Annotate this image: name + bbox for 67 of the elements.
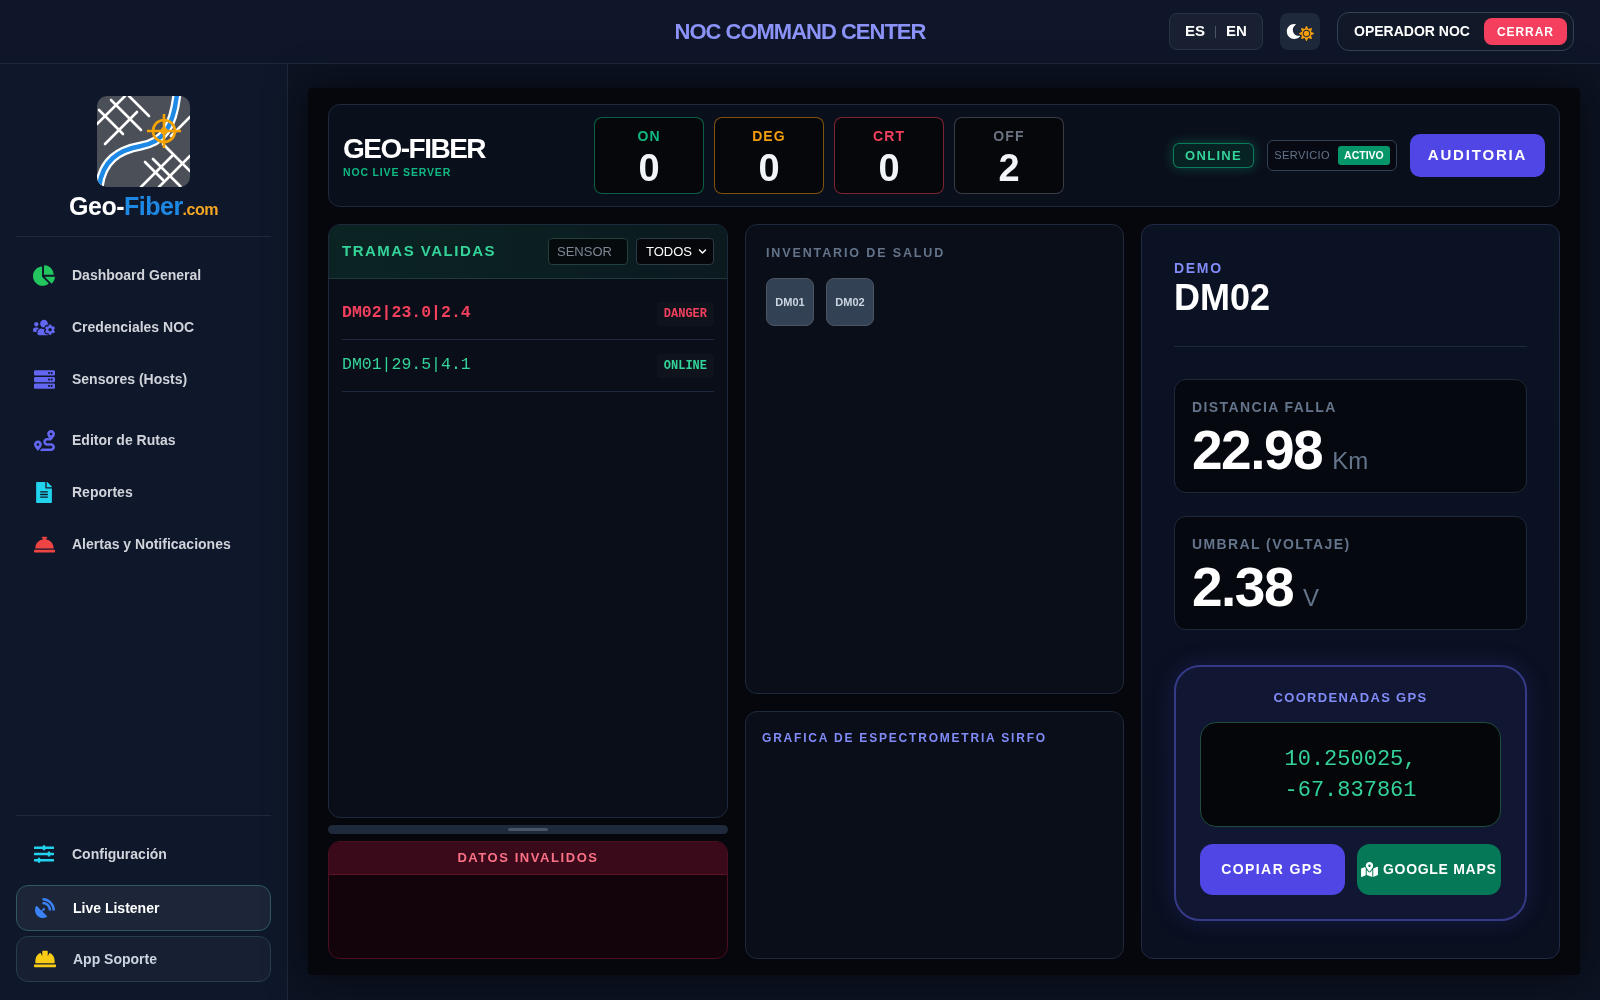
theme-toggle[interactable] [1280,13,1320,50]
panel-title: TRAMAS VALIDAS [342,241,498,262]
nav-item[interactable]: Editor de Rutas [16,414,271,466]
app-title: NOC COMMAND CENTER [674,18,926,46]
moon-icon [1286,24,1301,39]
logout-button[interactable]: CERRAR [1483,18,1567,45]
service-badge: ACTIVO [1338,145,1390,166]
nav-item[interactable]: Reportes [16,466,271,518]
sliders-icon [34,844,54,864]
route-icon [33,429,55,451]
connection-badge: ONLINE [1173,143,1254,168]
metric-value: 22.98 [1192,422,1323,478]
counter-label: DEG [752,128,786,144]
server-subtitle: NOC LIVE SERVER [343,165,453,178]
nav-item[interactable]: Configuración [16,828,271,880]
hard-hat-icon [34,948,56,970]
gps-coordinates: 10.250025, -67.837861 [1283,745,1418,805]
panel-title: INVENTARIO DE SALUD [766,245,947,261]
panel-title: GRAFICA DE ESPECTROMETRIA SIRFO [762,730,1048,746]
status-badge: DANGER [656,301,714,326]
nav-item[interactable]: Credenciales NOC [16,301,271,353]
frame-entry: DM02|23.0|2.4 [342,302,471,325]
service-label: SERVICIO [1274,148,1331,164]
device-chip[interactable]: DM01 [766,278,814,326]
sidebar-button[interactable]: App Soporte [16,936,271,982]
status-badge: ONLINE [656,353,714,378]
counter-value: 0 [758,148,780,188]
satellite-dish-icon [35,898,55,918]
server-icon [33,368,55,390]
metric-label: UMBRAL (VOLTAJE) [1192,536,1352,552]
counter-label: CRT [872,128,906,144]
chevron-down-icon [698,247,707,256]
device-chip[interactable]: DM02 [826,278,874,326]
audit-button[interactable]: AUDITORIA [1410,134,1545,177]
panel-title: DATOS INVALIDOS [457,849,599,868]
device-group-label: DEMO [1174,260,1224,276]
nav-item[interactable]: Dashboard General [16,249,271,301]
copy-gps-button[interactable]: COPIAR GPS [1200,844,1345,895]
frame-entry: DM01|29.5|4.1 [342,354,471,377]
document-icon [36,481,52,503]
metric-unit: Km [1332,446,1369,476]
language-option[interactable]: EN [1226,20,1247,43]
device-name: DM02 [1174,278,1272,318]
pie-chart-icon [33,264,55,286]
sidebar-button[interactable]: Live Listener [16,885,271,931]
brand-name: Geo-Fiber.com [69,192,218,222]
operator-name: OPERADOR NOC [1354,22,1470,41]
sun-icon [1299,25,1314,41]
status-select[interactable]: TODOS [636,238,714,265]
brand-title: GEO-FIBER [343,133,487,164]
counter-label: OFF [993,128,1025,144]
metric-unit: V [1303,583,1320,613]
resize-handle[interactable] [328,825,728,834]
counter-value: 0 [638,148,660,188]
metric-value: 2.38 [1192,559,1294,615]
gps-title: COORDENADAS GPS [1272,691,1429,705]
nav-item[interactable]: Sensores (Hosts) [16,353,271,405]
counter-label: ON [637,128,661,144]
language-option[interactable]: ES [1185,20,1206,43]
metric-label: DISTANCIA FALLA [1192,399,1338,415]
maps-button[interactable]: GOOGLE MAPS [1356,844,1501,895]
sensor-field[interactable]: SENSOR [548,238,628,265]
counter-value: 2 [998,148,1020,188]
map-marker-icon [1361,862,1378,877]
counter-value: 0 [878,148,900,188]
users-gear-icon [33,317,55,337]
nav-item[interactable]: Alertas y Notificaciones [16,518,271,570]
